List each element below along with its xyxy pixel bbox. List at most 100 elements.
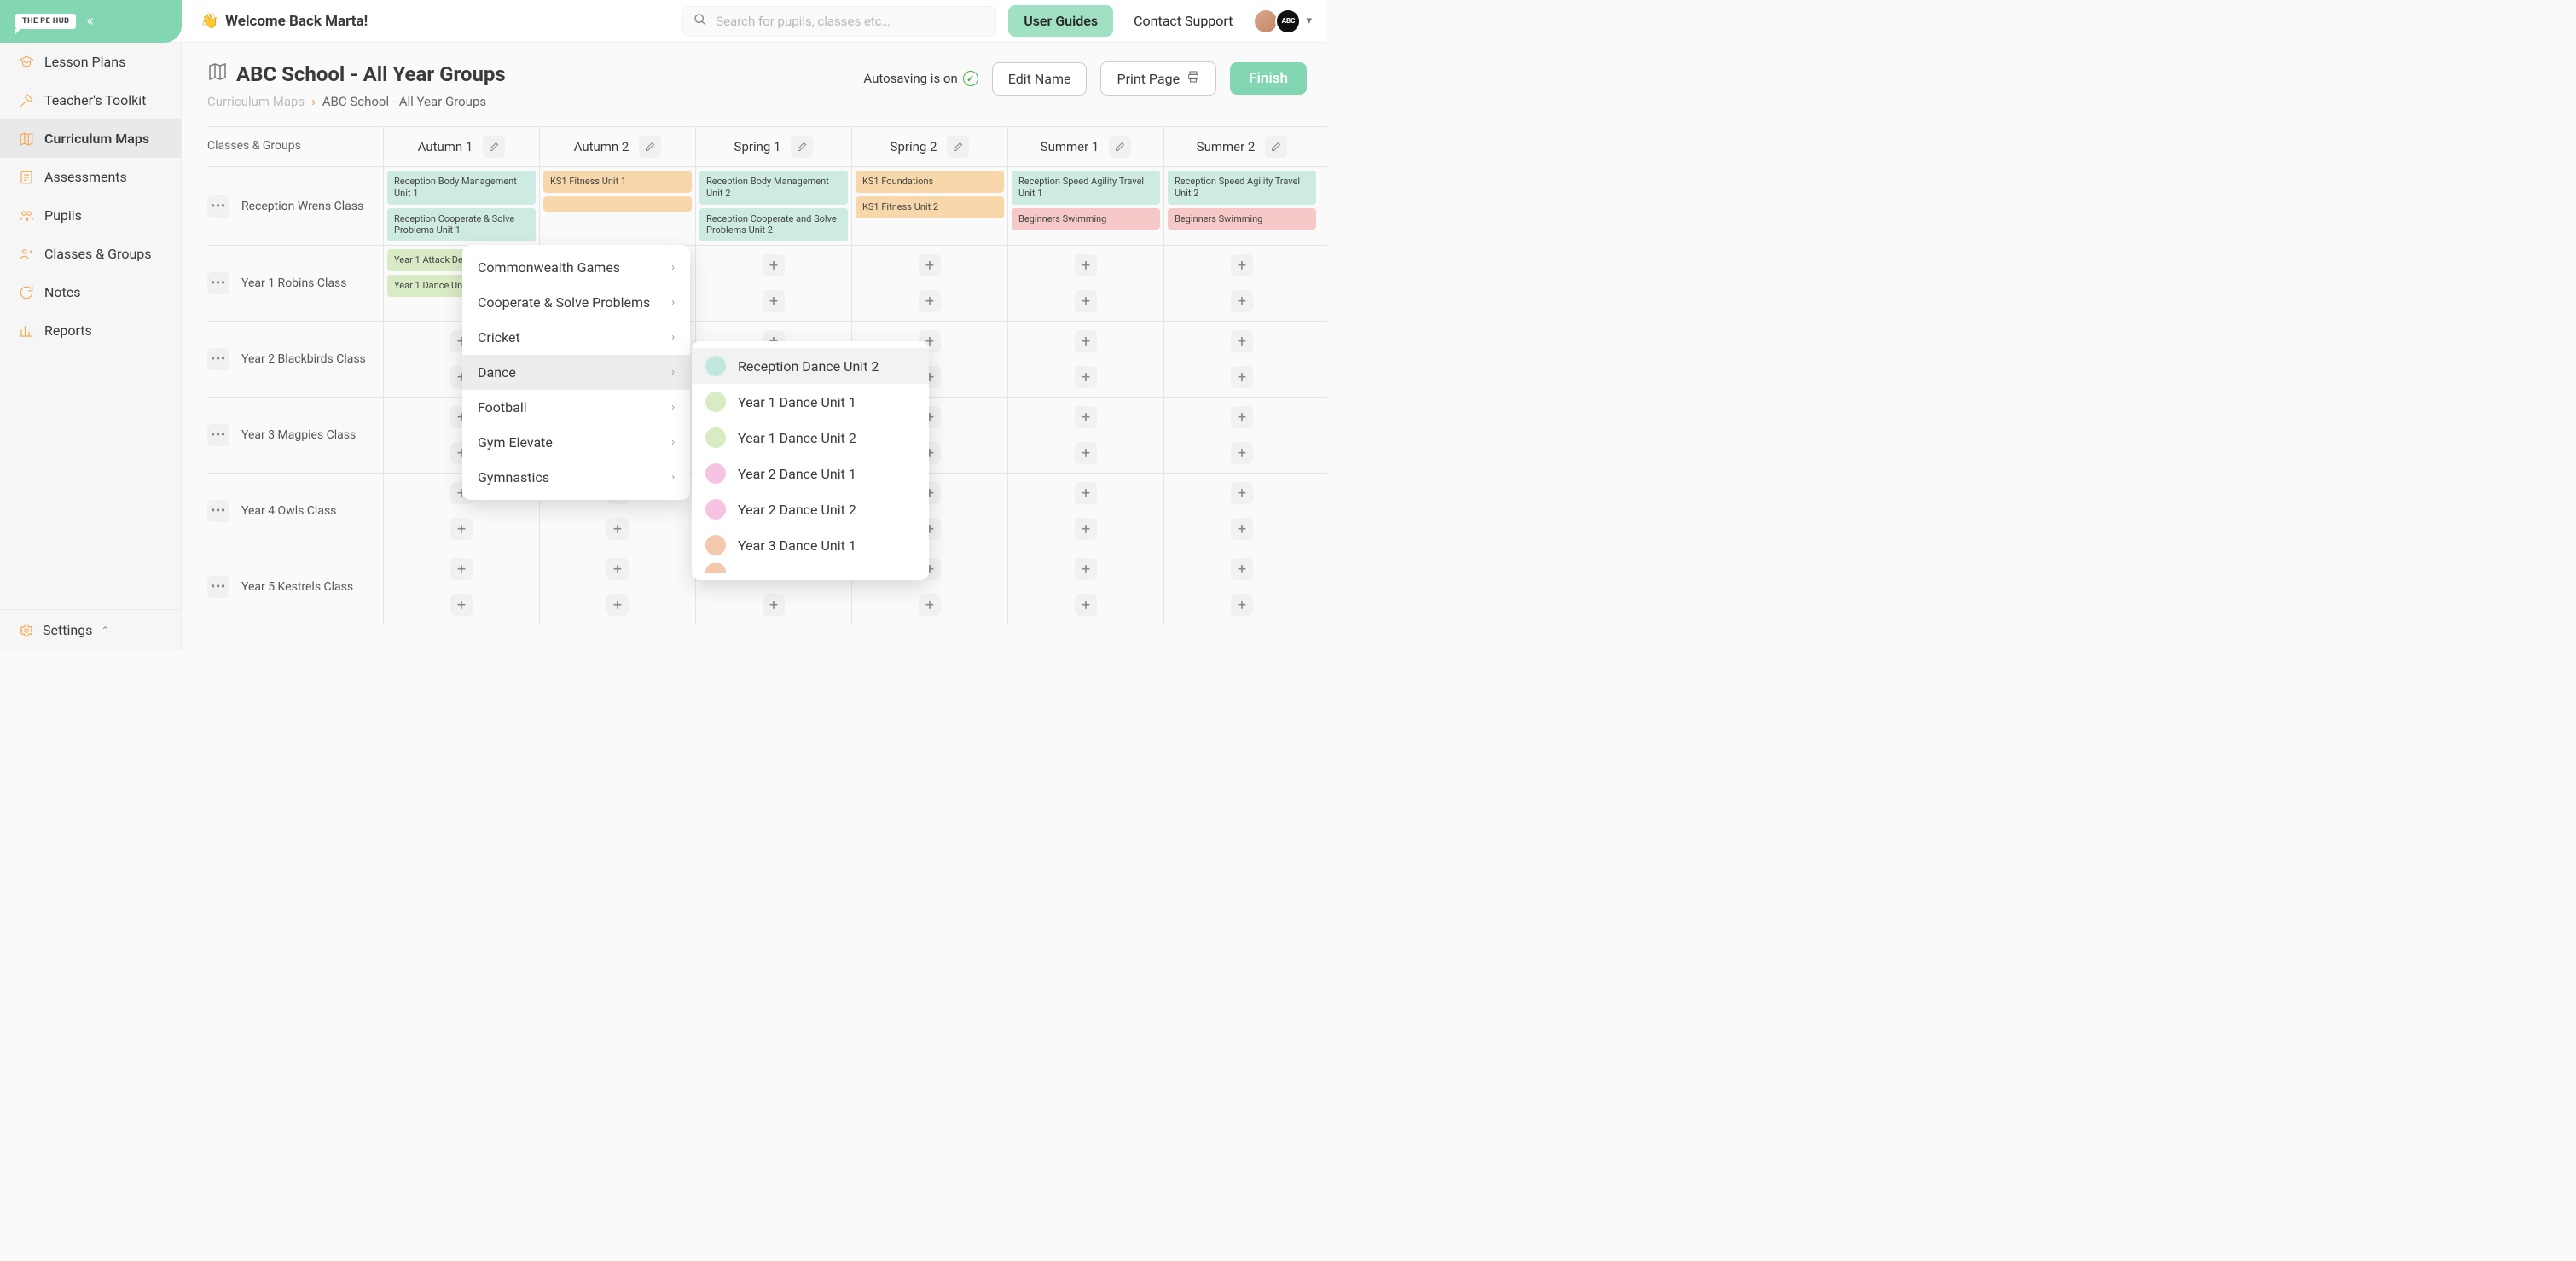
- unit-menu-item[interactable]: Year 1 Dance Unit 1: [692, 384, 929, 420]
- add-unit-button[interactable]: +: [450, 594, 473, 616]
- add-unit-button[interactable]: +: [1075, 594, 1097, 616]
- add-unit-button[interactable]: +: [1075, 290, 1097, 312]
- add-unit-button[interactable]: +: [1231, 330, 1253, 352]
- row-more-button[interactable]: •••: [207, 500, 229, 522]
- unit-submenu[interactable]: Reception Dance Unit 2Year 1 Dance Unit …: [692, 341, 929, 580]
- print-page-button[interactable]: Print Page: [1100, 61, 1216, 96]
- add-unit-button[interactable]: +: [1231, 366, 1253, 388]
- settings-button[interactable]: Settings ⌃: [0, 609, 181, 650]
- crumb-root[interactable]: Curriculum Maps: [207, 94, 305, 109]
- add-unit-button[interactable]: +: [763, 254, 785, 276]
- add-unit-button[interactable]: +: [1075, 482, 1097, 504]
- category-menu-item[interactable]: Cricket›: [462, 320, 690, 355]
- category-menu-item[interactable]: Football›: [462, 390, 690, 425]
- add-unit-button[interactable]: +: [450, 558, 473, 580]
- category-menu-item[interactable]: Cooperate & Solve Problems›: [462, 285, 690, 320]
- edit-term-button[interactable]: [483, 136, 505, 158]
- add-unit-button[interactable]: +: [1075, 366, 1097, 388]
- edit-term-button[interactable]: [1109, 136, 1131, 158]
- row-more-button[interactable]: •••: [207, 576, 229, 598]
- add-unit-button[interactable]: +: [1231, 442, 1253, 464]
- search-box[interactable]: [682, 6, 996, 37]
- sidebar-item-pupils[interactable]: Pupils: [0, 196, 181, 235]
- unit-card[interactable]: Reception Body Management Unit 2: [699, 171, 848, 205]
- category-menu-item[interactable]: Gym Elevate›: [462, 425, 690, 460]
- add-unit-button[interactable]: +: [1231, 482, 1253, 504]
- menu-item-label: Gym Elevate: [478, 434, 553, 450]
- unit-card[interactable]: Reception Speed Agility Travel Unit 1: [1012, 171, 1160, 205]
- unit-card[interactable]: KS1 Fitness Unit 1: [543, 171, 692, 193]
- add-unit-button[interactable]: +: [919, 594, 941, 616]
- add-unit-button[interactable]: +: [919, 290, 941, 312]
- add-unit-button[interactable]: +: [1075, 558, 1097, 580]
- row-more-button[interactable]: •••: [207, 424, 229, 446]
- edit-term-button[interactable]: [639, 136, 661, 158]
- add-unit-button[interactable]: +: [1075, 442, 1097, 464]
- unit-card[interactable]: KS1 Fitness Unit 2: [856, 196, 1004, 218]
- unit-category-menu[interactable]: Commonwealth Games›Cooperate & Solve Pro…: [462, 245, 690, 500]
- account-menu[interactable]: ABC ▾: [1253, 9, 1312, 34]
- unit-menu-item[interactable]: Year 1 Dance Unit 2: [692, 420, 929, 456]
- category-menu-item[interactable]: Commonwealth Games›: [462, 250, 690, 285]
- add-unit-button[interactable]: +: [1231, 518, 1253, 540]
- unit-menu-item[interactable]: Reception Dance Unit 2: [692, 348, 929, 384]
- contact-support-button[interactable]: Contact Support: [1134, 13, 1233, 29]
- add-unit-button[interactable]: +: [606, 594, 629, 616]
- category-menu-item[interactable]: Dance›: [462, 355, 690, 390]
- add-unit-button[interactable]: +: [1075, 254, 1097, 276]
- unit-card[interactable]: Reception Cooperate and Solve Problems U…: [699, 208, 848, 242]
- add-unit-button[interactable]: +: [1231, 290, 1253, 312]
- category-menu-item[interactable]: Gymnastics›: [462, 460, 690, 495]
- edit-name-button[interactable]: Edit Name: [992, 62, 1088, 96]
- sidebar-item-classes-groups[interactable]: Classes & Groups: [0, 235, 181, 273]
- nav-icon: [19, 93, 34, 108]
- unit-menu-item[interactable]: Year 2 Dance Unit 2: [692, 491, 929, 527]
- edit-term-button[interactable]: [791, 136, 813, 158]
- search-input[interactable]: [716, 14, 985, 29]
- unit-card[interactable]: Reception Cooperate & Solve Problems Uni…: [387, 208, 536, 242]
- add-unit-button[interactable]: +: [1231, 406, 1253, 428]
- unit-menu-item[interactable]: Year 3 Dance Unit 1: [692, 527, 929, 563]
- add-unit-button[interactable]: +: [763, 594, 785, 616]
- unit-menu-item[interactable]: Year 2 Dance Unit 1: [692, 456, 929, 491]
- sidebar-item-lesson-plans[interactable]: Lesson Plans: [0, 43, 181, 81]
- add-unit-button[interactable]: +: [1075, 330, 1097, 352]
- unit-menu-item[interactable]: [692, 563, 929, 573]
- edit-term-button[interactable]: [947, 136, 969, 158]
- sidebar-item-teacher-s-toolkit[interactable]: Teacher's Toolkit: [0, 81, 181, 119]
- menu-item-label: Dance: [478, 364, 516, 381]
- unit-card[interactable]: Beginners Swimming: [1168, 208, 1316, 230]
- add-unit-button[interactable]: +: [1075, 406, 1097, 428]
- unit-card[interactable]: KS1 Foundations: [856, 171, 1004, 193]
- row-more-button[interactable]: •••: [207, 195, 229, 218]
- edit-term-button[interactable]: [1265, 136, 1287, 158]
- map-icon: [207, 61, 228, 87]
- add-unit-button[interactable]: +: [763, 290, 785, 312]
- add-unit-button[interactable]: +: [606, 558, 629, 580]
- logo-badge: THE PE HUB: [15, 14, 76, 29]
- sidebar-item-curriculum-maps[interactable]: Curriculum Maps: [0, 119, 181, 158]
- add-unit-button[interactable]: +: [450, 518, 473, 540]
- row-more-button[interactable]: •••: [207, 348, 229, 370]
- user-guides-button[interactable]: User Guides: [1008, 5, 1113, 37]
- add-unit-button[interactable]: +: [606, 518, 629, 540]
- add-unit-button[interactable]: +: [1231, 594, 1253, 616]
- collapse-sidebar-icon[interactable]: «: [86, 12, 93, 30]
- add-unit-button[interactable]: +: [1075, 518, 1097, 540]
- unit-card[interactable]: Beginners Swimming: [1012, 208, 1160, 230]
- row-more-button[interactable]: •••: [207, 272, 229, 294]
- add-unit-button[interactable]: +: [919, 254, 941, 276]
- grid-cell: ++: [539, 549, 695, 625]
- unit-card[interactable]: Reception Body Management Unit 1: [387, 171, 536, 205]
- sidebar-item-notes[interactable]: Notes: [0, 273, 181, 311]
- unit-card[interactable]: Reception Speed Agility Travel Unit 2: [1168, 171, 1316, 205]
- unit-card[interactable]: [543, 196, 692, 212]
- finish-button[interactable]: Finish: [1230, 62, 1307, 95]
- sidebar-item-assessments[interactable]: Assessments: [0, 158, 181, 196]
- menu-item-label: Year 2 Dance Unit 2: [738, 502, 856, 518]
- welcome-text: 👋 Welcome Back Marta!: [200, 13, 368, 30]
- grid-cell: ++: [851, 246, 1007, 321]
- sidebar-item-reports[interactable]: Reports: [0, 311, 181, 350]
- add-unit-button[interactable]: +: [1231, 558, 1253, 580]
- add-unit-button[interactable]: +: [1231, 254, 1253, 276]
